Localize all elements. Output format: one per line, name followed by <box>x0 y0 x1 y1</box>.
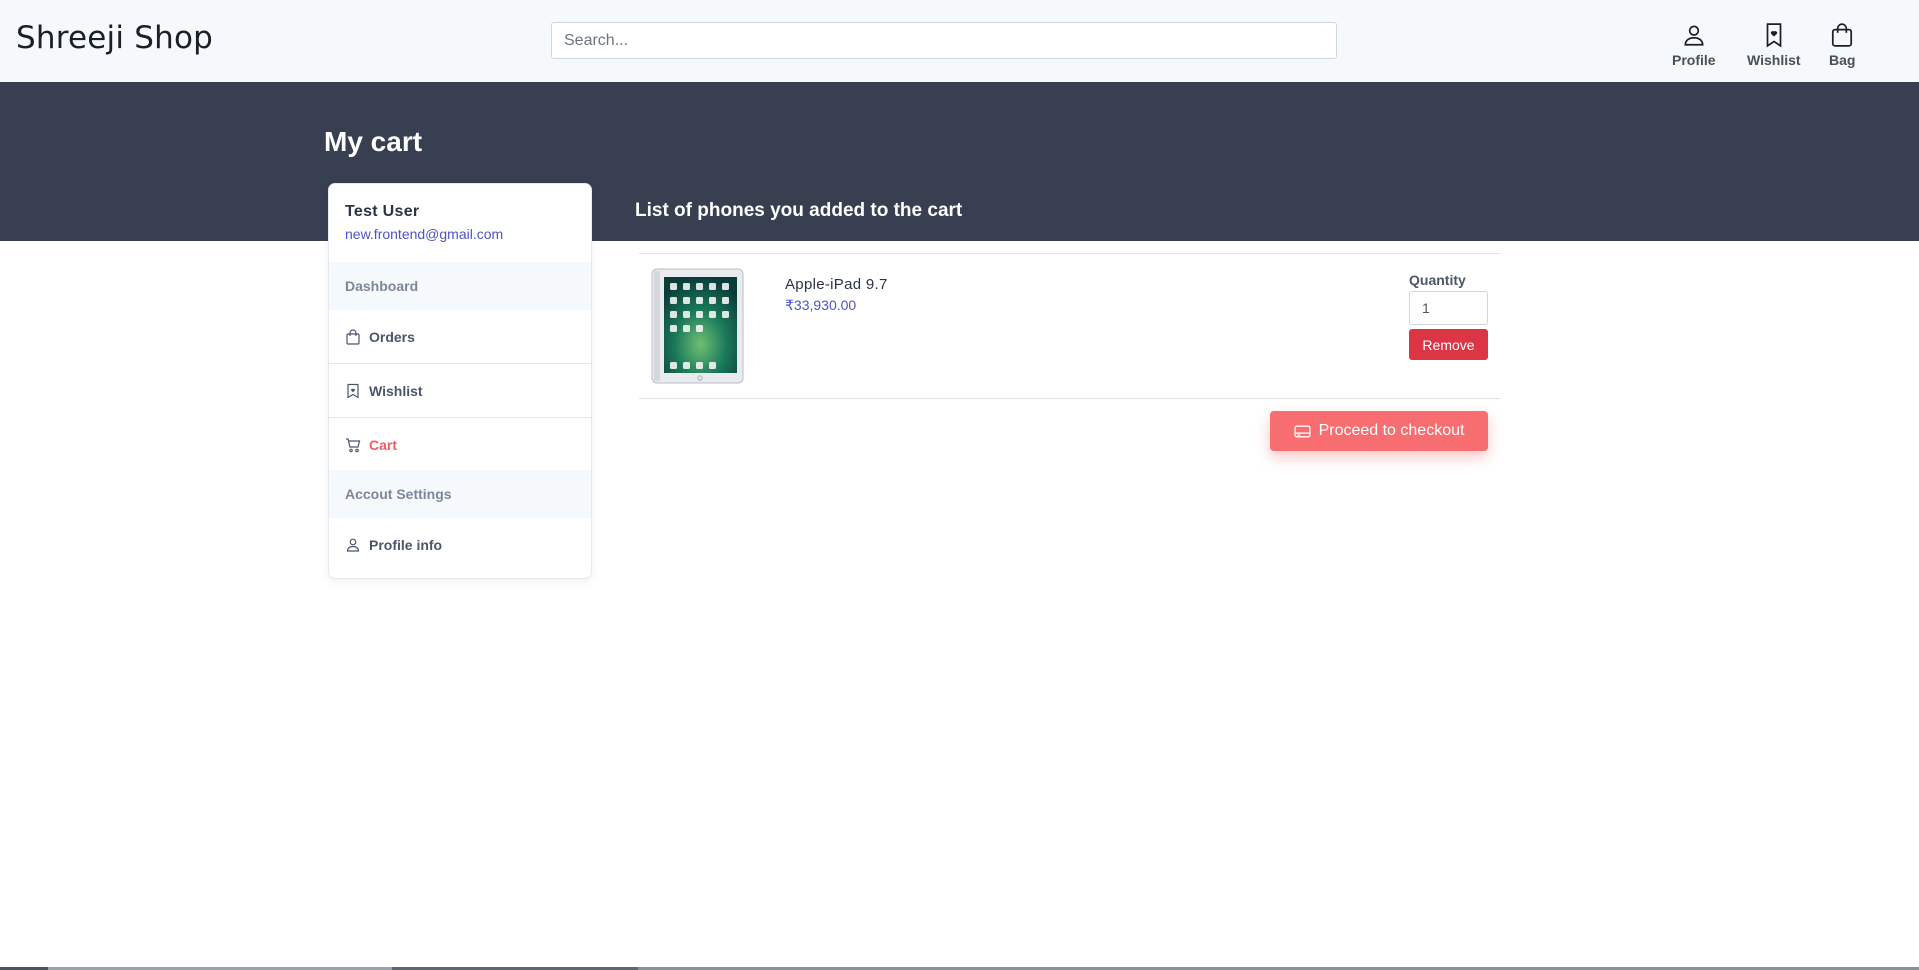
page-title: My cart <box>324 126 423 157</box>
sidebar-item-label: Wishlist <box>369 382 423 399</box>
account-settings-heading: Accout Settings <box>329 470 591 518</box>
divider <box>639 253 1500 254</box>
sidebar-item-cart[interactable]: Cart <box>329 418 591 472</box>
quantity-label: Quantity <box>1409 272 1466 288</box>
search-input[interactable] <box>551 22 1337 59</box>
product-image[interactable] <box>651 268 744 384</box>
sidebar-item-orders[interactable]: Orders <box>329 310 591 364</box>
bookmark-heart-icon <box>1766 23 1782 48</box>
checkout-label: Proceed to checkout <box>1318 422 1465 439</box>
nav-wishlist-label: Wishlist <box>1747 52 1801 68</box>
bag-icon <box>346 328 360 345</box>
user-email: new.frontend@gmail.com <box>345 226 504 242</box>
proceed-to-checkout-button[interactable]: Proceed to checkout <box>1270 411 1488 451</box>
bookmark-heart-icon <box>347 383 359 399</box>
user-name: Test User <box>345 203 420 220</box>
sidebar-item-label: Profile info <box>369 537 443 553</box>
top-header: Shreeji Shop Profile Wishlist Bag <box>0 0 1919 82</box>
divider <box>639 398 1500 399</box>
cart-icon <box>346 438 361 453</box>
brand-logo[interactable]: Shreeji Shop <box>16 20 213 56</box>
cart-subtitle: List of phones you added to the cart <box>635 200 963 221</box>
product-name[interactable]: Apple-iPad 9.7 <box>785 276 888 293</box>
nav-bag[interactable]: Bag <box>1829 22 1855 68</box>
sidebar-item-label: Cart <box>369 437 398 453</box>
product-price: ₹33,930.00 <box>785 297 857 313</box>
sidebar-item-wishlist[interactable]: Wishlist <box>329 364 591 418</box>
bag-icon <box>1832 23 1853 47</box>
nav-profile-label: Profile <box>1672 52 1716 68</box>
person-icon <box>346 538 360 552</box>
sidebar-item-profile-info[interactable]: Profile info <box>329 518 591 572</box>
quantity-input[interactable] <box>1409 291 1488 325</box>
account-sidebar: Test User new.frontend@gmail.com Dashboa… <box>328 183 592 579</box>
person-icon <box>1684 25 1704 46</box>
nav-wishlist[interactable]: Wishlist <box>1747 22 1801 68</box>
nav-bag-label: Bag <box>1829 52 1856 68</box>
sidebar-item-label: Orders <box>369 328 415 345</box>
nav-profile[interactable]: Profile <box>1672 22 1716 68</box>
dashboard-heading: Dashboard <box>329 262 591 310</box>
remove-button[interactable]: Remove <box>1409 329 1488 360</box>
credit-card-icon <box>1293 425 1311 437</box>
